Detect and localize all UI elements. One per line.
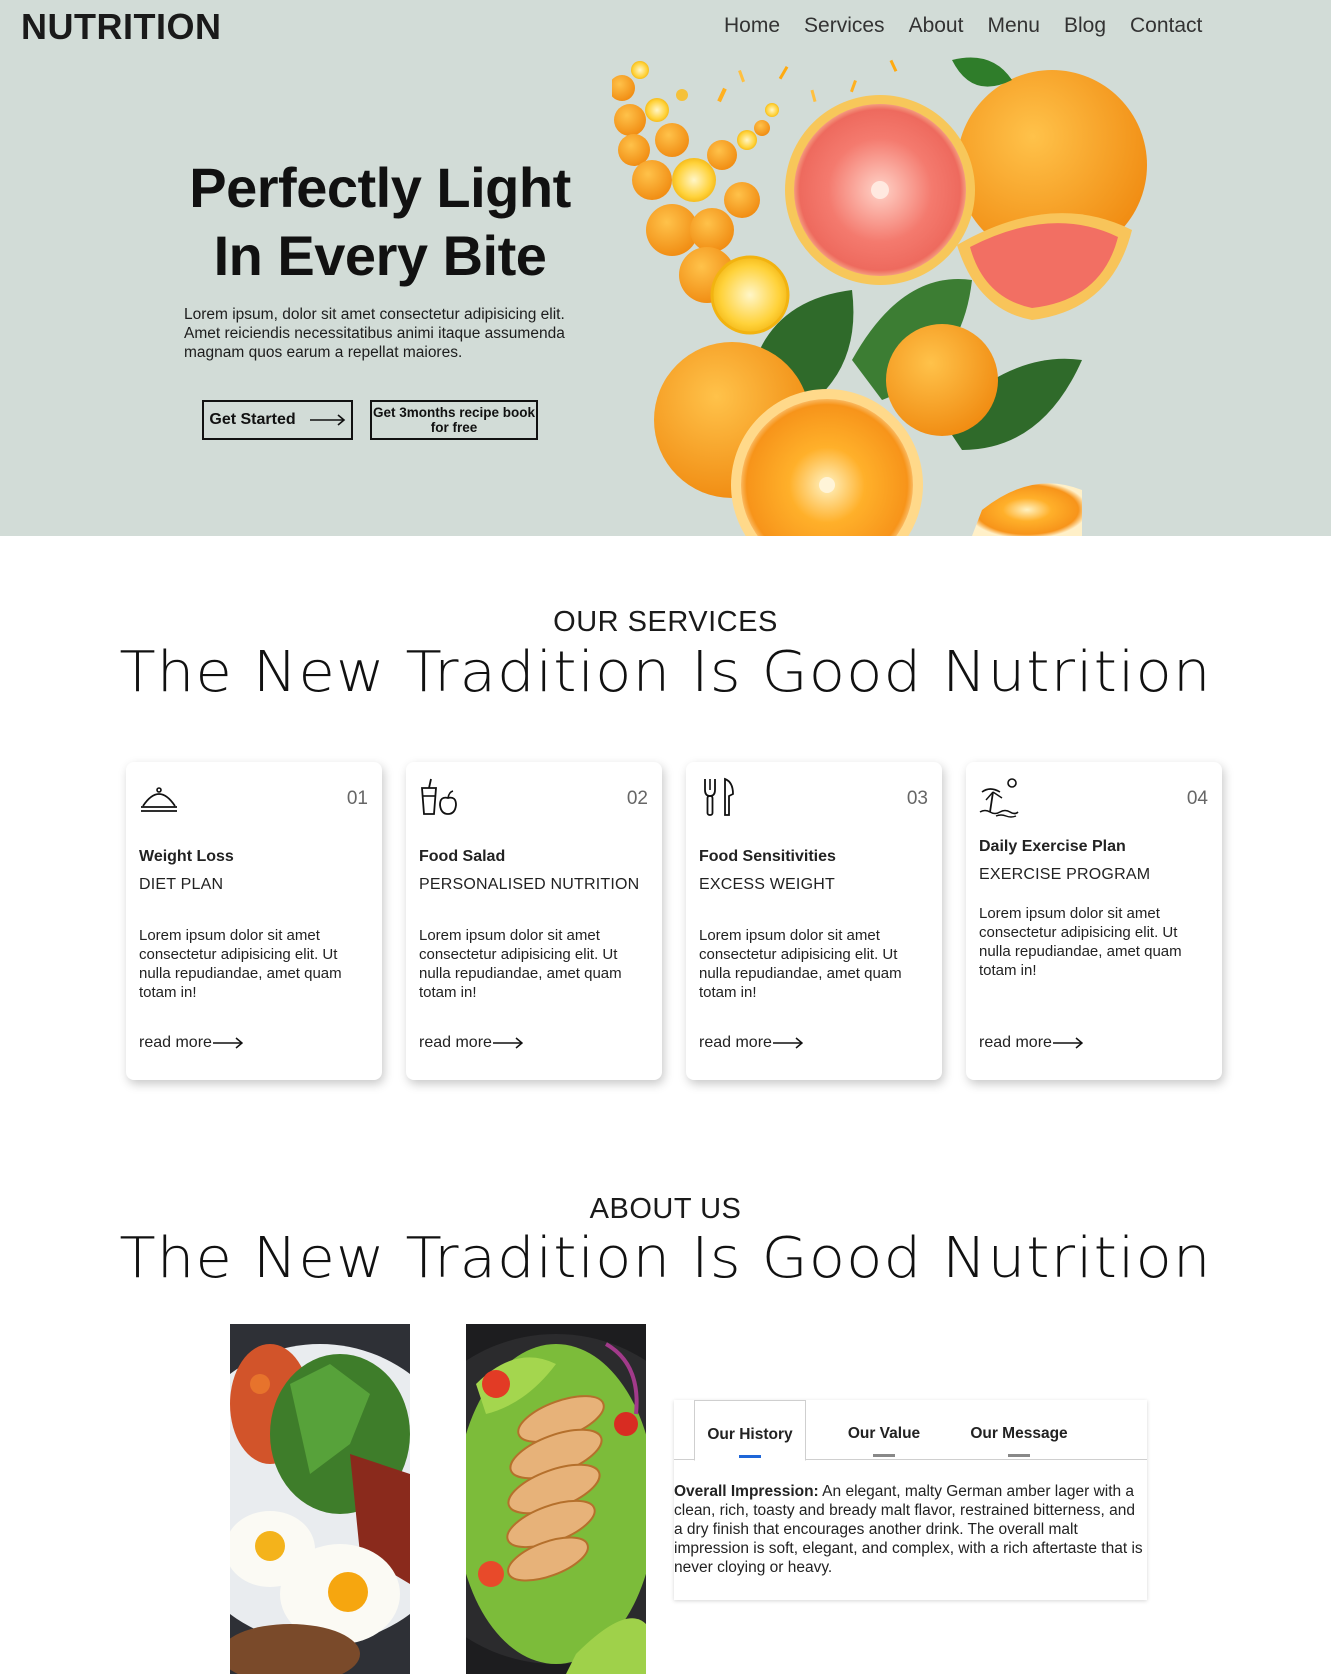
card-number: 01 <box>346 788 368 809</box>
service-card: 01 Weight Loss DIET PLAN Lorem ipsum dol… <box>126 762 382 1080</box>
about-kicker: ABOUT US <box>589 1193 742 1225</box>
read-more-label: read more <box>139 1034 212 1051</box>
arrow-right-icon <box>309 414 345 426</box>
nav-services[interactable]: Services <box>804 14 885 38</box>
service-card: 04 Daily Exercise Plan EXERCISE PROGRAM … <box>966 762 1222 1080</box>
hero-section: NUTRITION Home Services About Menu Blog … <box>0 0 1331 536</box>
card-number: 04 <box>1186 788 1208 809</box>
arrow-right-icon <box>1052 1037 1083 1049</box>
nav-home[interactable]: Home <box>724 14 780 38</box>
nav-blog[interactable]: Blog <box>1064 14 1106 38</box>
tab-indicator <box>1008 1454 1030 1457</box>
tab-label: Our Value <box>847 1425 921 1442</box>
tab-indicator <box>873 1454 895 1457</box>
card-text: Lorem ipsum dolor sit amet consectetur a… <box>419 927 622 1001</box>
hero-title-line2: In Every Bite <box>213 224 547 287</box>
brand-logo[interactable]: NUTRITION <box>21 6 221 48</box>
arrow-right-icon <box>212 1037 243 1049</box>
card-subtitle: PERSONALISED NUTRITION <box>419 876 640 893</box>
services-kicker: OUR SERVICES <box>553 606 778 638</box>
nav-about[interactable]: About <box>909 14 964 38</box>
beach-icon <box>979 778 1019 818</box>
card-text: Lorem ipsum dolor sit amet consectetur a… <box>979 905 1182 979</box>
panel-label: Overall Impression: <box>674 1483 819 1500</box>
get-started-button[interactable]: Get Started <box>202 400 353 440</box>
hero-lead: Lorem ipsum, dolor sit amet consectetur … <box>184 306 565 361</box>
nav-menu[interactable]: Menu <box>987 14 1040 38</box>
card-number: 03 <box>906 788 928 809</box>
read-more-link[interactable]: read more <box>699 1034 803 1052</box>
tab-our-message[interactable]: Our Message <box>964 1400 1074 1460</box>
main-nav: Home Services About Menu Blog Contact <box>724 14 1202 38</box>
citrus-fruit-image <box>612 57 1147 536</box>
card-title: Daily Exercise Plan <box>979 838 1126 855</box>
hero-title: Perfectly Light In Every Bite <box>180 154 580 290</box>
arrow-right-icon <box>772 1037 803 1049</box>
read-more-link[interactable]: read more <box>979 1034 1083 1052</box>
service-card: 03 Food Sensitivities EXCESS WEIGHT Lore… <box>686 762 942 1080</box>
arrow-right-icon <box>492 1037 523 1049</box>
card-text: Lorem ipsum dolor sit amet consectetur a… <box>139 927 342 1001</box>
recipe-book-button[interactable]: Get 3months recipe book for free <box>370 400 538 440</box>
utensils-icon <box>704 777 734 816</box>
card-text: Lorem ipsum dolor sit amet consectetur a… <box>699 927 902 1001</box>
breakfast-plate-image <box>230 1324 410 1674</box>
services-cards: 01 Weight Loss DIET PLAN Lorem ipsum dol… <box>126 762 1222 1080</box>
card-subtitle: EXCESS WEIGHT <box>699 876 835 893</box>
about-heading: The New Tradition Is Good Nutrition <box>119 1226 1212 1291</box>
service-card: 02 Food Salad PERSONALISED NUTRITION Lor… <box>406 762 662 1080</box>
nav-contact[interactable]: Contact <box>1130 14 1202 38</box>
tab-indicator <box>739 1455 761 1458</box>
card-number: 02 <box>626 788 648 809</box>
tab-our-history[interactable]: Our History <box>694 1400 806 1461</box>
tab-panel: Overall Impression: An elegant, malty Ge… <box>674 1482 1147 1577</box>
read-more-label: read more <box>419 1034 492 1051</box>
tab-our-value[interactable]: Our Value <box>834 1400 934 1460</box>
card-subtitle: EXERCISE PROGRAM <box>979 866 1151 883</box>
card-subtitle: DIET PLAN <box>139 876 224 893</box>
tab-label: Our History <box>707 1426 793 1443</box>
card-title: Food Sensitivities <box>699 848 836 865</box>
about-tabs: Our History Our Value Our Message Overal… <box>674 1400 1147 1600</box>
read-more-label: read more <box>979 1034 1052 1051</box>
card-title: Food Salad <box>419 848 506 865</box>
read-more-link[interactable]: read more <box>139 1034 243 1052</box>
drink-apple-icon <box>421 778 457 815</box>
hero-title-line1: Perfectly Light <box>189 156 571 219</box>
food-cloche-icon <box>141 787 177 812</box>
services-heading: The New Tradition Is Good Nutrition <box>119 640 1212 705</box>
tab-list: Our History Our Value Our Message <box>674 1400 1147 1461</box>
read-more-label: read more <box>699 1034 772 1051</box>
get-started-label: Get Started <box>209 411 296 428</box>
tab-label: Our Message <box>970 1425 1068 1442</box>
read-more-link[interactable]: read more <box>419 1034 523 1052</box>
chicken-salad-image <box>466 1324 646 1674</box>
card-title: Weight Loss <box>139 848 234 865</box>
